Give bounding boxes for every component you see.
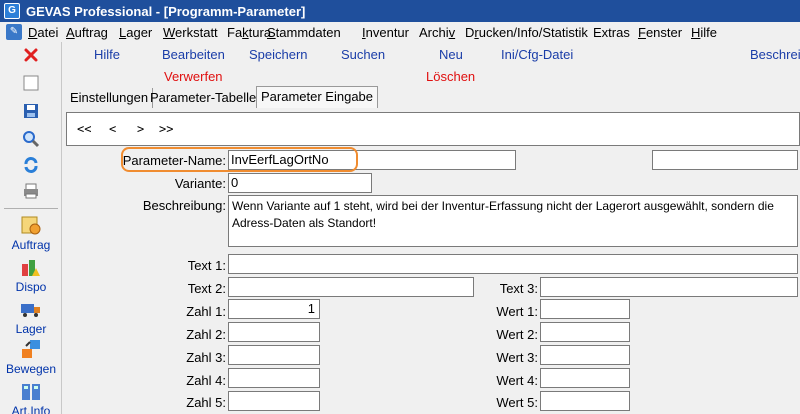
last-record-button[interactable]: >> xyxy=(159,122,173,136)
zahl3-field[interactable] xyxy=(228,345,320,365)
menu-item[interactable]: Auftrag xyxy=(66,25,108,40)
zahl5-label: Zahl 5: xyxy=(186,395,226,410)
search-button[interactable]: Suchen xyxy=(341,47,385,62)
menu-item[interactable]: Fenster xyxy=(638,25,682,40)
beschreibung-label: Beschreibung: xyxy=(142,198,226,213)
menu-item[interactable]: Werkstatt xyxy=(163,25,218,40)
window-title: GEVAS Professional - [Programm-Parameter… xyxy=(26,4,306,19)
save-icon[interactable] xyxy=(20,100,42,122)
menu-item[interactable]: Stammdaten xyxy=(267,25,341,40)
menu-item[interactable]: Drucken/Info/Statistik xyxy=(465,25,588,40)
menu-item[interactable]: Inventur xyxy=(362,25,409,40)
sidebar-item-label: Bewegen xyxy=(5,362,57,376)
delete-button[interactable]: Löschen xyxy=(426,69,475,84)
zahl4-field[interactable] xyxy=(228,368,320,388)
text1-field[interactable] xyxy=(228,254,798,274)
app-icon: G xyxy=(4,3,20,19)
wert5-label: Wert 5: xyxy=(496,395,538,410)
discard-button[interactable]: Verwerfen xyxy=(164,69,223,84)
text2-field[interactable] xyxy=(228,277,474,297)
menu-bar: ✎ Datei Auftrag Lager Werkstatt Faktura Stamm… xyxy=(0,22,800,42)
prev-record-button[interactable]: < xyxy=(109,122,116,136)
variante-label: Variante: xyxy=(174,176,226,191)
extra-field[interactable] xyxy=(652,150,798,170)
sidebar-item-label: Auftrag xyxy=(11,238,51,252)
wert3-label: Wert 3: xyxy=(496,350,538,365)
close-icon[interactable] xyxy=(20,44,42,66)
zahl2-label: Zahl 2: xyxy=(186,327,226,342)
text2-label: Text 2: xyxy=(187,281,226,296)
dispo-icon xyxy=(20,256,42,278)
sidebar-item-auftrag[interactable]: Auftrag xyxy=(0,214,62,252)
description-button[interactable]: Beschrei xyxy=(750,47,800,62)
print-icon[interactable] xyxy=(20,180,42,202)
wert3-field[interactable] xyxy=(540,345,630,365)
move-icon xyxy=(20,338,42,360)
next-record-button[interactable]: > xyxy=(137,122,144,136)
sidebar-item-label: Lager xyxy=(15,322,47,336)
edit-button[interactable]: Bearbeiten xyxy=(162,47,225,62)
zahl1-label: Zahl 1: xyxy=(186,304,226,319)
wert4-label: Wert 4: xyxy=(496,373,538,388)
wert1-field[interactable] xyxy=(540,299,630,319)
sidebar-divider xyxy=(4,208,58,209)
zahl1-field[interactable]: 1 xyxy=(228,299,320,319)
wert4-field[interactable] xyxy=(540,368,630,388)
menu-item[interactable]: Faktura xyxy=(227,25,271,40)
menu-item[interactable]: Archiv xyxy=(419,25,455,40)
tab-parameter-eingabe[interactable]: Parameter Eingabe xyxy=(256,86,379,108)
title-bar: G GEVAS Professional - [Programm-Paramet… xyxy=(0,0,800,22)
save-button[interactable]: Speichern xyxy=(249,47,308,62)
search-icon[interactable] xyxy=(20,128,42,150)
menu-item[interactable]: Extras xyxy=(593,25,630,40)
sidebar-item-dispo[interactable]: Dispo xyxy=(0,256,62,294)
zahl4-label: Zahl 4: xyxy=(186,373,226,388)
refresh-icon[interactable] xyxy=(20,154,42,176)
zahl3-label: Zahl 3: xyxy=(186,350,226,365)
sidebar-item-label: Art.Info xyxy=(11,404,51,414)
wert1-label: Wert 1: xyxy=(496,304,538,319)
new-document-icon[interactable] xyxy=(20,72,42,94)
menu-item[interactable]: Hilfe xyxy=(691,25,717,40)
sidebar-item-label: Dispo xyxy=(15,280,47,294)
zahl2-field[interactable] xyxy=(228,322,320,342)
sidebar: Auftrag Dispo Lager Bewegen Art.Info xyxy=(0,42,62,414)
ini-cfg-button[interactable]: Ini/Cfg-Datei xyxy=(501,47,573,62)
text3-label: Text 3: xyxy=(499,281,538,296)
beschreibung-field[interactable]: Wenn Variante auf 1 steht, wird bei der … xyxy=(228,195,798,247)
new-button[interactable]: Neu xyxy=(439,47,463,62)
sidebar-item-lager[interactable]: Lager xyxy=(0,298,62,336)
variante-field[interactable]: 0 xyxy=(228,173,372,193)
wert2-field[interactable] xyxy=(540,322,630,342)
highlight-marker xyxy=(121,147,358,172)
tab-parameter-tabelle[interactable]: Parameter-Tabelle xyxy=(146,88,262,108)
text1-label: Text 1: xyxy=(187,258,226,273)
zahl5-field[interactable] xyxy=(228,391,320,411)
wert5-field[interactable] xyxy=(540,391,630,411)
text3-field[interactable] xyxy=(540,277,798,297)
first-record-button[interactable]: << xyxy=(77,122,91,136)
record-navigator: << < > >> xyxy=(66,112,800,146)
tab-einstellungen[interactable]: Einstellungen xyxy=(66,88,154,108)
menu-item[interactable]: Datei xyxy=(28,25,58,40)
document-icon[interactable]: ✎ xyxy=(6,24,22,40)
order-icon xyxy=(20,214,42,236)
menu-item[interactable]: Lager xyxy=(119,25,152,40)
truck-icon xyxy=(20,298,42,320)
article-info-icon xyxy=(20,380,42,402)
help-button[interactable]: Hilfe xyxy=(94,47,120,62)
wert2-label: Wert 2: xyxy=(496,327,538,342)
sidebar-item-artinfo[interactable]: Art.Info xyxy=(0,380,62,414)
sidebar-item-bewegen[interactable]: Bewegen xyxy=(0,338,62,376)
